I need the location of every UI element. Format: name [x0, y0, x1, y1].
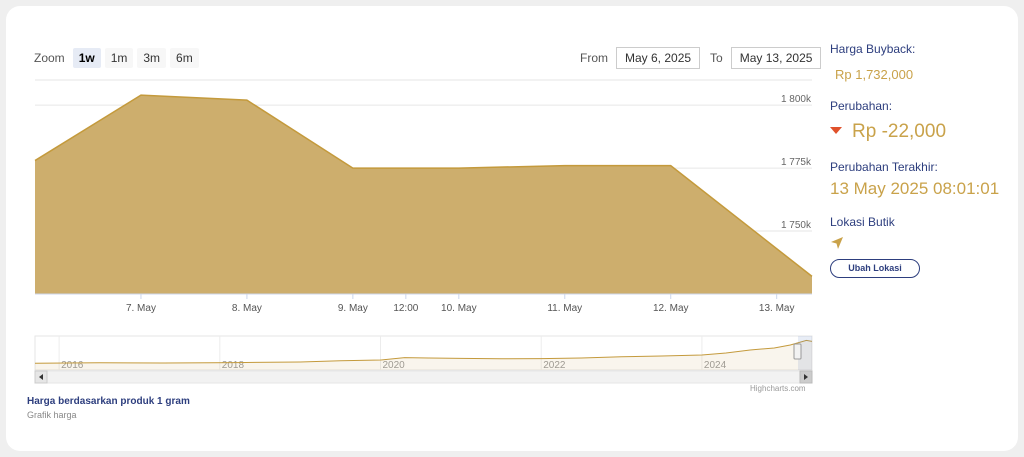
location-arrow-icon	[831, 237, 843, 249]
buyback-value: Rp 1,732,000	[835, 67, 914, 82]
price-area	[35, 95, 812, 294]
down-arrow-icon	[830, 127, 842, 134]
x-tick-label: 12. May	[653, 303, 689, 314]
highcharts-credits[interactable]: Highcharts.com	[750, 384, 806, 393]
x-tick-label: 13. May	[759, 303, 795, 314]
change-location-button[interactable]: Ubah Lokasi	[830, 259, 920, 278]
chart-caption-subtitle: Grafik harga	[27, 410, 77, 420]
last-change-value: 13 May 2025 08:01:01	[830, 179, 1000, 198]
x-tick-label: 11. May	[547, 303, 582, 314]
scrollbar-track[interactable]	[34, 370, 813, 384]
chart-caption-title: Harga berdasarkan produk 1 gram	[27, 396, 190, 407]
location-label: Lokasi Butik	[830, 215, 895, 229]
y-tick-label: 1 750k	[781, 220, 812, 231]
x-tick-label: 8. May	[232, 303, 262, 314]
navigator-handle[interactable]	[793, 343, 802, 360]
x-tick-label: 9. May	[338, 303, 368, 314]
last-change-label: Perubahan Terakhir:	[830, 160, 938, 174]
x-tick-label: 10. May	[441, 303, 477, 314]
buyback-label: Harga Buyback:	[830, 42, 916, 56]
x-tick-label: 12:00	[393, 303, 418, 314]
change-label: Perubahan:	[830, 99, 893, 113]
y-tick-label: 1 775k	[781, 157, 812, 168]
x-tick-label: 7. May	[126, 303, 156, 314]
change-value: Rp -22,000	[852, 121, 947, 142]
y-tick-label: 1 800k	[781, 94, 812, 105]
